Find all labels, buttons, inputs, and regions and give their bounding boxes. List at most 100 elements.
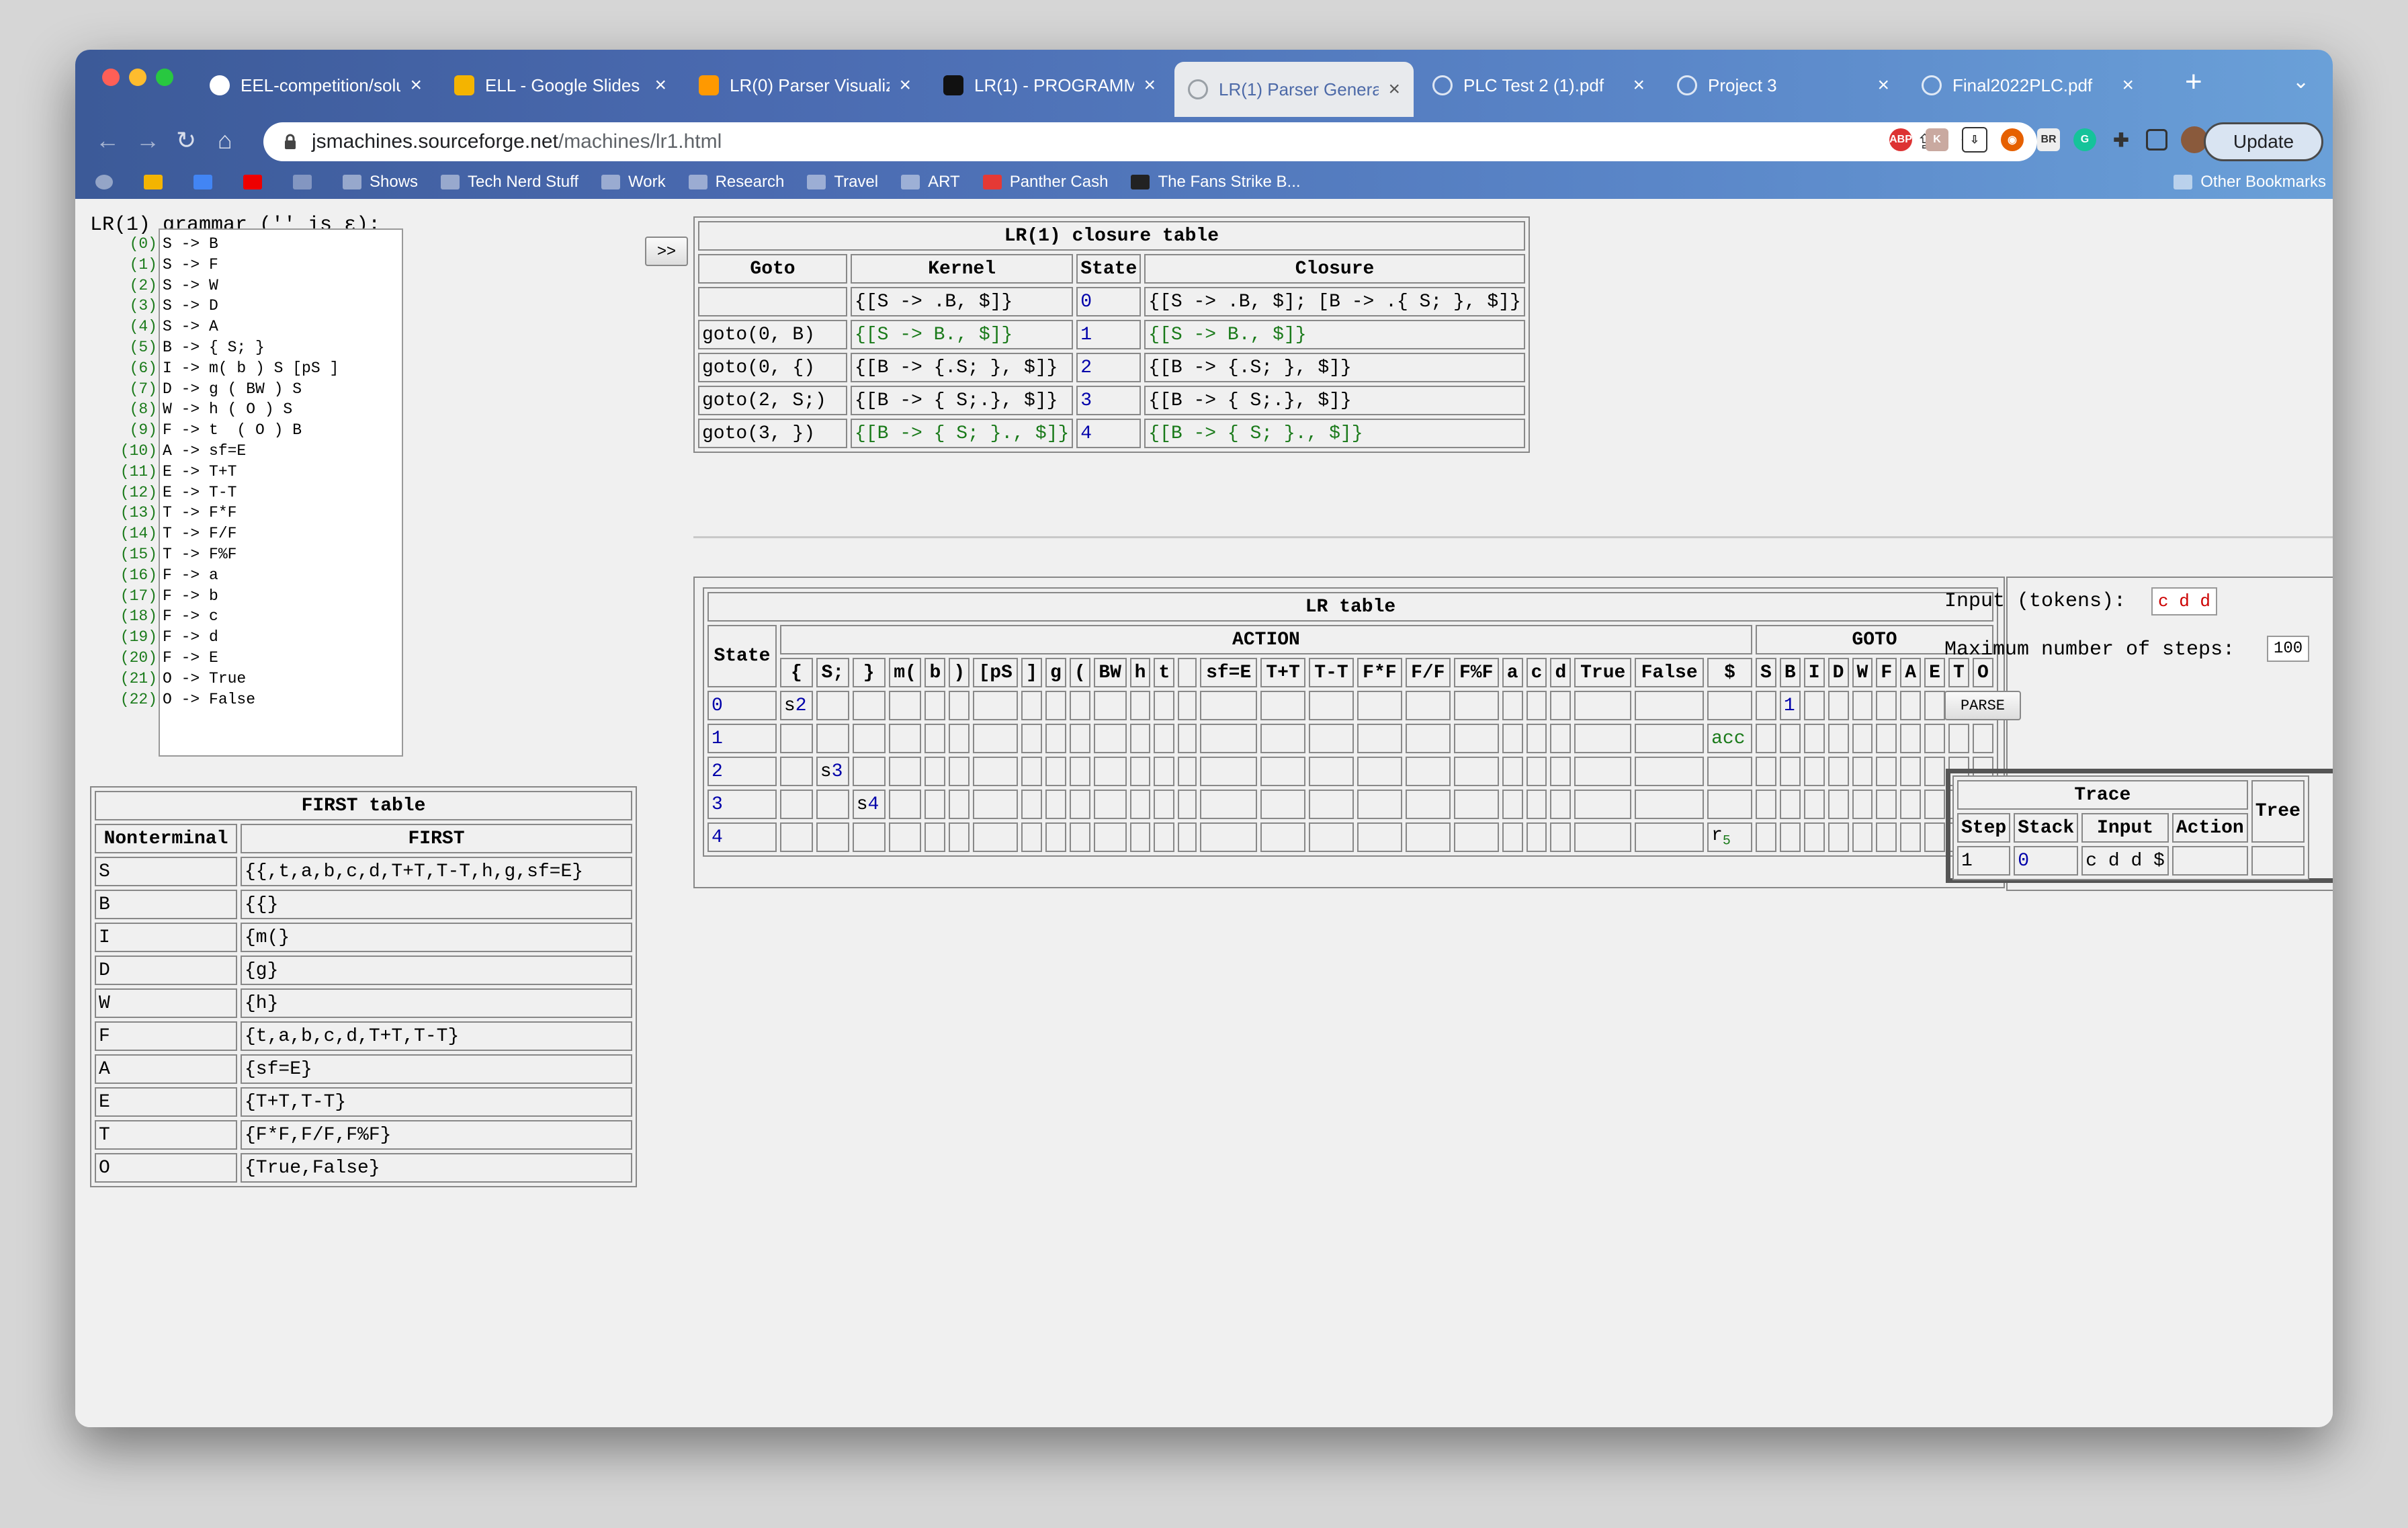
bookmark-6[interactable]: ART xyxy=(901,173,960,192)
bookmark-label: Panther Cash xyxy=(1009,173,1109,191)
lr-action-cell xyxy=(1574,691,1632,720)
close-tab-icon[interactable]: × xyxy=(410,74,422,97)
first-table-row: O {True,False} xyxy=(95,1153,632,1183)
bookmark-3[interactable]: Work xyxy=(601,173,666,192)
other-bookmarks-folder[interactable]: Other Bookmarks xyxy=(2174,173,2326,192)
tab-4[interactable]: LR(1) - PROGRAMMI × xyxy=(930,62,1169,109)
lr-action-cell: s2 xyxy=(779,691,813,720)
closure-state[interactable]: 2 xyxy=(1076,353,1142,382)
extensions-puzzle-icon[interactable]: ✚ xyxy=(2110,128,2133,151)
lr-action-cell xyxy=(1405,790,1451,819)
bookmark-label: Tech Nerd Stuff xyxy=(468,173,579,191)
close-tab-icon[interactable]: × xyxy=(2122,74,2134,97)
extension-br-icon[interactable]: BR xyxy=(2037,128,2060,151)
lr-action-cell xyxy=(816,691,849,720)
close-tab-icon[interactable]: × xyxy=(1633,74,1645,97)
docs-bookmark-icon[interactable] xyxy=(194,175,220,189)
lr-action-col: [pS xyxy=(973,658,1019,687)
lr-state[interactable]: 2 xyxy=(707,757,777,786)
expand-button[interactable]: >> xyxy=(645,237,688,266)
close-window-button[interactable] xyxy=(102,69,120,86)
folder-bookmark-icon[interactable] xyxy=(293,175,320,189)
tab-8[interactable]: Final2022PLC.pdf × xyxy=(1908,62,2147,109)
adblock-icon[interactable]: ABP xyxy=(1889,128,1912,151)
closure-state[interactable]: 1 xyxy=(1076,320,1142,349)
tab-1[interactable]: EEL-competition/solu × xyxy=(196,62,435,109)
lr-goto-cell: 1 xyxy=(1779,691,1801,720)
trace-row: 10c d d $ xyxy=(1957,846,2305,876)
max-steps-field[interactable]: 100 xyxy=(2267,636,2310,662)
close-tab-icon[interactable]: × xyxy=(1877,74,1889,97)
first-set: {m(} xyxy=(241,923,632,952)
grammar-rule: F -> b xyxy=(163,587,218,605)
tab-3[interactable]: LR(0) Parser Visualiz × xyxy=(685,62,924,109)
folder-icon xyxy=(901,175,920,189)
apple-bookmark-icon[interactable] xyxy=(95,175,121,189)
sidepanel-icon[interactable] xyxy=(2146,129,2167,151)
close-tab-icon[interactable]: × xyxy=(654,74,666,97)
closure-table-row: {[S -> .B, $]} 0 {[S -> .B, $]; [B -> .{ S… xyxy=(698,287,1525,316)
minimize-window-button[interactable] xyxy=(129,69,146,86)
lr-header-state: State xyxy=(707,625,777,687)
input-tokens-field[interactable]: c d d xyxy=(2151,587,2218,616)
trace-header-input: Input xyxy=(2081,813,2169,843)
lr-action-cell xyxy=(779,757,813,786)
grammar-rule: S -> A xyxy=(163,318,218,336)
new-tab-button[interactable]: + xyxy=(2185,67,2202,97)
extension-k-icon[interactable]: K xyxy=(1926,128,1948,151)
lr-state[interactable]: 1 xyxy=(707,724,777,753)
drive-bookmark-icon[interactable] xyxy=(144,175,171,189)
lr-goto-cell xyxy=(1828,691,1849,720)
bookmark-4[interactable]: Research xyxy=(688,173,784,192)
extension-save-icon[interactable]: ⇩ xyxy=(1962,127,1987,153)
bookmark-7[interactable]: Panther Cash xyxy=(982,173,1109,192)
grammar-rule-number: (21) xyxy=(120,669,157,687)
first-nonterminal: W xyxy=(95,988,237,1018)
closure-state[interactable]: 3 xyxy=(1076,386,1142,415)
update-button[interactable]: Update xyxy=(2204,122,2323,161)
tab-label: LR(1) - PROGRAMMI xyxy=(974,75,1135,95)
tab-5[interactable]: LR(1) Parser Generat × xyxy=(1174,62,1414,117)
tab-2[interactable]: ELL - Google Slides × xyxy=(441,62,680,109)
back-icon[interactable]: ← xyxy=(95,126,120,155)
reload-icon[interactable]: ↻ xyxy=(176,126,196,155)
lr-state[interactable]: 4 xyxy=(707,822,777,852)
lr-action-cell xyxy=(1069,790,1090,819)
bookmark-1[interactable]: Shows xyxy=(343,173,418,192)
trace-input: c d d $ xyxy=(2081,846,2169,876)
folder-icon xyxy=(343,175,361,189)
home-icon[interactable]: ⌂ xyxy=(218,126,232,155)
youtube-bookmark-icon[interactable] xyxy=(243,175,270,189)
tab-6[interactable]: PLC Test 2 (1).pdf × xyxy=(1419,62,1658,109)
grammarly-icon[interactable]: G xyxy=(2073,128,2096,151)
close-tab-icon[interactable]: × xyxy=(1144,74,1156,97)
closure-state[interactable]: 0 xyxy=(1076,287,1142,316)
lr-action-col: c xyxy=(1526,658,1547,687)
firefox-icon[interactable]: ◉ xyxy=(2001,128,2024,151)
lr-goto-cell xyxy=(1756,790,1776,819)
lr-state[interactable]: 0 xyxy=(707,691,777,720)
bookmark-8[interactable]: The Fans Strike B... xyxy=(1131,173,1301,192)
lr-action-col: } xyxy=(852,658,886,687)
lr-goto-cell xyxy=(1803,790,1825,819)
first-header-first: FIRST xyxy=(241,824,632,853)
forward-icon[interactable]: → xyxy=(136,126,160,155)
tab-7[interactable]: Project 3 × xyxy=(1664,62,1903,109)
lr-goto-col: B xyxy=(1779,658,1801,687)
tab-search-icon[interactable]: ⌄ xyxy=(2292,70,2309,93)
d2l-icon xyxy=(943,75,963,95)
close-tab-icon[interactable]: × xyxy=(899,74,911,97)
bookmark-2[interactable]: Tech Nerd Stuff xyxy=(441,173,578,192)
close-tab-icon[interactable]: × xyxy=(1388,78,1400,101)
lr-action-cell xyxy=(924,790,946,819)
lr-goto-cell xyxy=(1756,822,1776,852)
maximize-window-button[interactable] xyxy=(156,69,173,86)
closure-state[interactable]: 4 xyxy=(1076,419,1142,448)
grammar-textarea[interactable]: S -> B S -> F S -> W S -> D S -> A B -> { S; … xyxy=(159,228,403,757)
parse-button[interactable]: PARSE xyxy=(1944,691,2021,720)
bookmark-5[interactable]: Travel xyxy=(807,173,878,192)
lr-action-cell xyxy=(1526,822,1547,852)
trace-header-action: Action xyxy=(2172,813,2248,843)
address-bar[interactable]: jsmachines.sourceforge.net/machines/lr1.… xyxy=(263,122,2037,161)
lr-state[interactable]: 3 xyxy=(707,790,777,819)
